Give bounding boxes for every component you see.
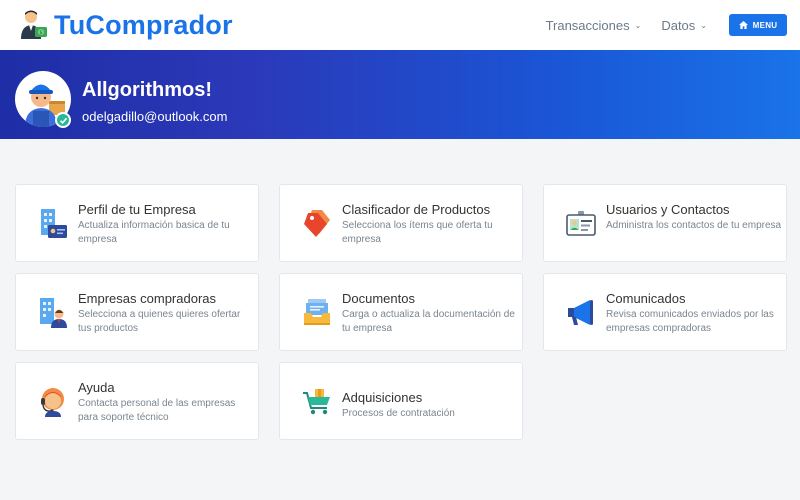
card-title: Perfil de tu Empresa (78, 202, 196, 217)
card-title: Adquisiciones (342, 390, 423, 405)
home-icon (738, 21, 748, 29)
card-description: Carga o actualiza la documentación de tu… (342, 309, 515, 334)
id-card-icon (566, 211, 596, 236)
card-description: Selecciona los ítems que oferta tu empre… (342, 220, 493, 245)
card-title: Usuarios y Contactos (606, 202, 730, 217)
nav-datos-label: Datos (661, 17, 696, 33)
navbar: $ TuComprador Transacciones ⌄ Datos ⌄ ME… (0, 0, 800, 50)
megaphone-icon (568, 300, 593, 325)
card-usuarios-contactos[interactable]: Usuarios y Contactos Administra los cont… (543, 184, 787, 262)
card-perfil-empresa[interactable]: Perfil de tu Empresa Actualiza informaci… (15, 184, 259, 262)
chevron-down-icon: ⌄ (700, 20, 707, 30)
user-greeting: Allgorithmos! (82, 79, 212, 101)
card-title: Documentos (342, 291, 415, 306)
card-title: Clasificador de Productos (342, 202, 491, 217)
card-empresas-compradoras[interactable]: Empresas compradoras Selecciona a quiene… (15, 273, 259, 351)
documents-tray-icon (304, 299, 330, 325)
brand-name: TuComprador (54, 9, 233, 40)
card-description: Revisa comunicados enviados por las empr… (606, 309, 774, 334)
card-comunicados[interactable]: Comunicados Revisa comunicados enviados … (543, 273, 787, 351)
brand[interactable]: $ TuComprador (18, 9, 233, 41)
building-id-icon (41, 209, 67, 238)
menu-button[interactable]: MENU (729, 14, 787, 36)
card-documentos[interactable]: Documentos Carga o actualiza la document… (279, 273, 523, 351)
card-title: Ayuda (78, 380, 115, 395)
card-description: Administra los contactos de tu empresa (606, 220, 782, 231)
card-title: Comunicados (606, 291, 686, 306)
nav-transacciones[interactable]: Transacciones ⌄ (546, 18, 642, 33)
svg-text:$: $ (39, 30, 42, 36)
nav-datos[interactable]: Datos ⌄ (661, 18, 707, 33)
card-clasificador-productos[interactable]: Clasificador de Productos Selecciona los… (279, 184, 523, 262)
nav-links: Transacciones ⌄ Datos ⌄ MENU (546, 0, 800, 50)
brand-logo-icon: $ (21, 10, 47, 39)
card-description: Actualiza información basica de tu empre… (78, 220, 230, 245)
card-description: Contacta personal de las empresas para s… (78, 398, 236, 423)
support-agent-icon (41, 388, 64, 417)
menu-button-label: MENU (752, 20, 778, 30)
building-person-icon (40, 298, 67, 328)
card-title: Empresas compradoras (78, 291, 216, 306)
verified-check-icon (55, 112, 71, 128)
card-adquisiciones[interactable]: Adquisiciones Procesos de contratación (279, 362, 523, 440)
chevron-down-icon: ⌄ (634, 20, 642, 30)
shopping-cart-icon (303, 389, 330, 415)
user-email: odelgadillo@outlook.com (82, 109, 228, 124)
card-ayuda[interactable]: Ayuda Contacta personal de las empresas … (15, 362, 259, 440)
card-description: Selecciona a quienes quieres ofertar tus… (78, 309, 241, 334)
tags-icon (304, 210, 330, 237)
nav-transacciones-label: Transacciones (545, 17, 630, 33)
card-description: Procesos de contratación (342, 408, 455, 419)
